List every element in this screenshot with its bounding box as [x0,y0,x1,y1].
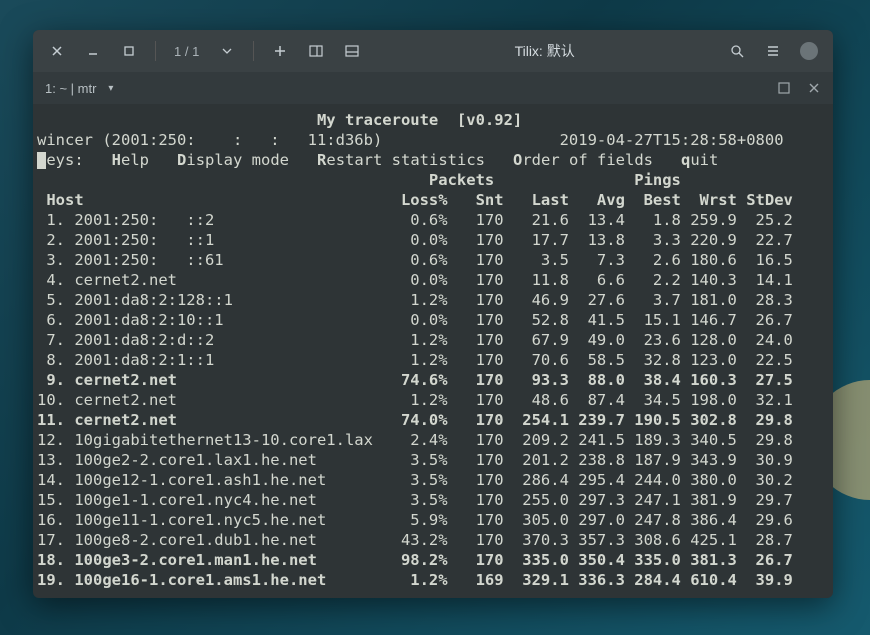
tab-dropdown-icon[interactable]: ▾ [108,83,113,94]
tab-close-button[interactable] [803,77,825,99]
mtr-hop-row: 7. 2001:da8:2:d::2 1.2% 170 67.9 49.0 23… [37,330,829,350]
mtr-sections: Packets Pings [37,170,829,190]
mtr-hop-row: 6. 2001:da8:2:10::1 0.0% 170 52.8 41.5 1… [37,310,829,330]
minimize-button[interactable] [77,35,109,67]
mtr-columns: Host Loss% Snt Last Avg Best Wrst StDev [37,190,829,210]
split-right-button[interactable] [300,35,332,67]
page-indicator[interactable]: 1 / 1 [166,44,207,59]
tabbar: 1: ~ | mtr ▾ [33,72,833,104]
close-button[interactable] [41,35,73,67]
tab-maximize-button[interactable] [773,77,795,99]
tilix-window: 1 / 1 Tilix: 默认 [33,30,833,598]
menu-button[interactable] [757,35,789,67]
mtr-hop-row: 2. 2001:250: ::1 0.0% 170 17.7 13.8 3.3 … [37,230,829,250]
mtr-hop-row: 5. 2001:da8:2:128::1 1.2% 170 46.9 27.6 … [37,290,829,310]
page-dropdown-icon[interactable] [211,35,243,67]
mtr-hop-row: 1. 2001:250: ::2 0.6% 170 21.6 13.4 1.8 … [37,210,829,230]
mtr-hostline: wincer (2001:250: : : 11:d36b) 2019-04-2… [37,130,829,150]
maximize-button[interactable] [113,35,145,67]
window-title: Tilix: 默认 [368,41,721,61]
profile-badge[interactable] [793,35,825,67]
mtr-hop-row: 17. 100ge8-2.core1.dub1.he.net 43.2% 170… [37,530,829,550]
mtr-hop-row: 15. 100ge1-1.core1.nyc4.he.net 3.5% 170 … [37,490,829,510]
mtr-hop-row: 9. cernet2.net 74.6% 170 93.3 88.0 38.4 … [37,370,829,390]
mtr-hop-row: 4. cernet2.net 0.0% 170 11.8 6.6 2.2 140… [37,270,829,290]
terminal-tab[interactable]: 1: ~ | mtr ▾ [41,81,113,96]
mtr-hop-row: 11. cernet2.net 74.0% 170 254.1 239.7 19… [37,410,829,430]
mtr-hop-row: 3. 2001:250: ::61 0.6% 170 3.5 7.3 2.6 1… [37,250,829,270]
mtr-menu: Keys: Help Display mode Restart statisti… [37,150,829,170]
mtr-hop-row: 8. 2001:da8:2:1::1 1.2% 170 70.6 58.5 32… [37,350,829,370]
mtr-hop-row: 19. 100ge16-1.core1.ams1.he.net 1.2% 169… [37,570,829,590]
titlebar: 1 / 1 Tilix: 默认 [33,30,833,72]
mtr-hop-row: 18. 100ge3-2.core1.man1.he.net 98.2% 170… [37,550,829,570]
search-button[interactable] [721,35,753,67]
terminal-output[interactable]: My traceroute [v0.92]wincer (2001:250: :… [33,104,833,596]
mtr-hop-row: 13. 100ge2-2.core1.lax1.he.net 3.5% 170 … [37,450,829,470]
mtr-hop-row: 14. 100ge12-1.core1.ash1.he.net 3.5% 170… [37,470,829,490]
mtr-hop-row: 16. 100ge11-1.core1.nyc5.he.net 5.9% 170… [37,510,829,530]
add-tab-button[interactable] [264,35,296,67]
mtr-title: My traceroute [v0.92] [37,110,829,130]
split-down-button[interactable] [336,35,368,67]
tab-label: 1: ~ | mtr [41,81,100,96]
mtr-hop-row: 12. 10gigabitethernet13-10.core1.lax 2.4… [37,430,829,450]
mtr-hop-row: 10. cernet2.net 1.2% 170 48.6 87.4 34.5 … [37,390,829,410]
